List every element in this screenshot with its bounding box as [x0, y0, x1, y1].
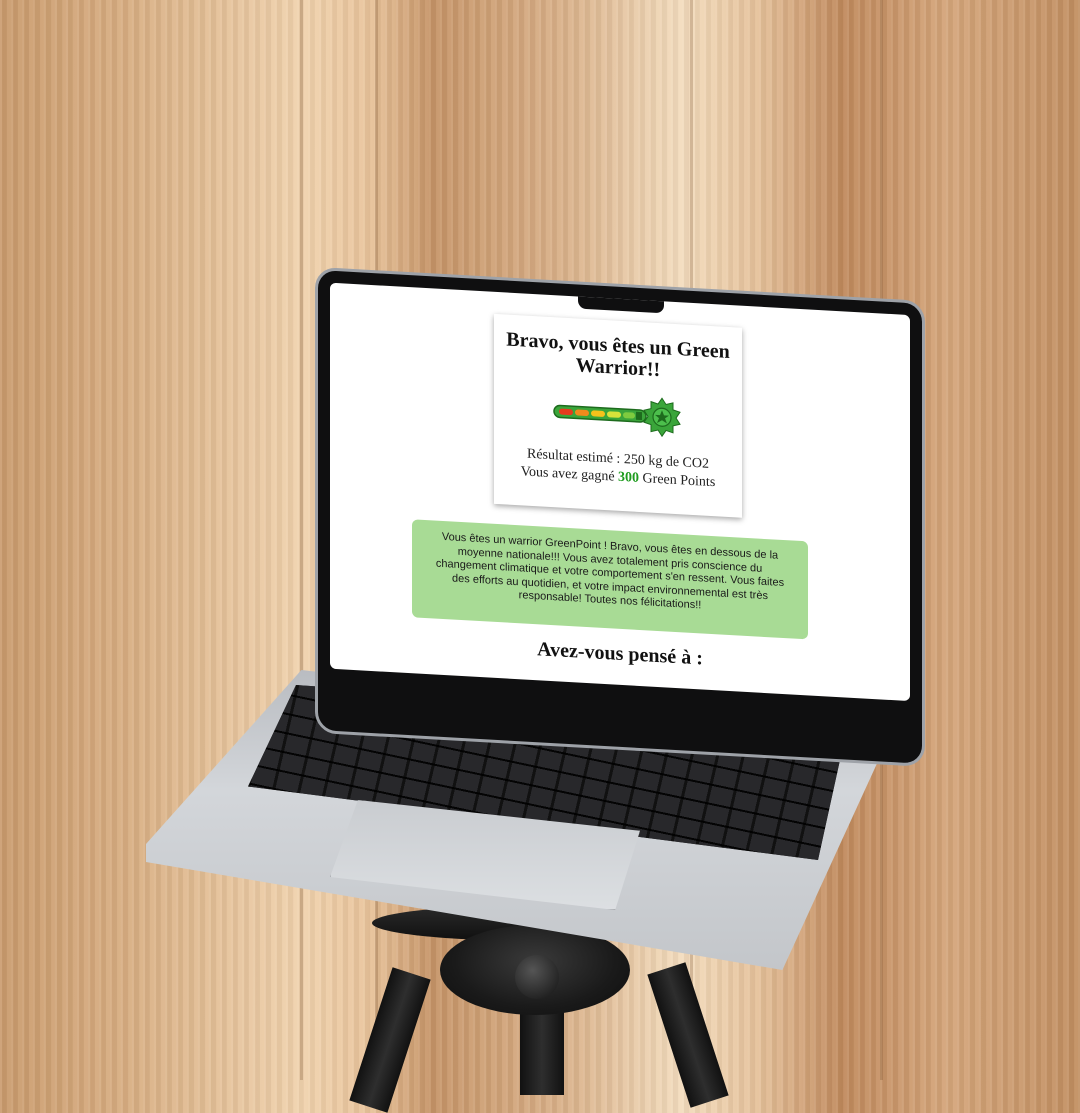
points-value: 300 — [618, 469, 640, 486]
points-prefix: Vous avez gagné — [520, 464, 619, 485]
laptop-lid: Bravo, vous êtes un Green Warrior!! Résu… — [318, 270, 922, 764]
feedback-message-text: Vous êtes un warrior GreenPoint ! Bravo,… — [435, 530, 785, 612]
points-suffix: Green Points — [639, 470, 716, 491]
feedback-message: Vous êtes un warrior GreenPoint ! Bravo,… — [412, 519, 808, 640]
tripod-leg — [349, 967, 431, 1113]
result-title: Bravo, vous êtes un Green Warrior!! — [506, 328, 730, 382]
tripod-leg — [647, 962, 729, 1108]
suggestions-heading: Avez-vous pensé à : — [537, 638, 703, 670]
tripod-knob — [515, 955, 559, 999]
laptop-screen: Bravo, vous êtes un Green Warrior!! Résu… — [330, 282, 910, 702]
green-gauge — [553, 397, 681, 438]
star-badge-icon — [643, 397, 681, 438]
wood-seam — [300, 0, 303, 1080]
camera-notch — [578, 294, 664, 314]
result-card: Bravo, vous êtes un Green Warrior!! Résu… — [494, 313, 742, 518]
